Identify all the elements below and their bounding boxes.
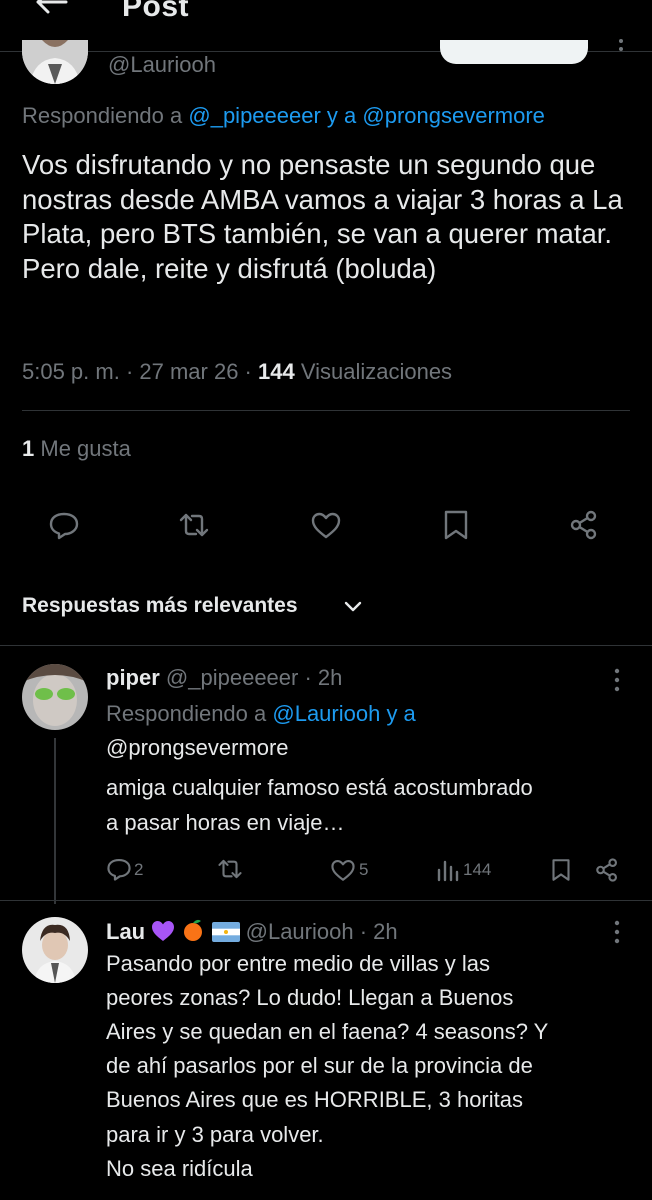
page-title: Post [122, 0, 190, 23]
tweet-meta: 5:05 p. m. · 27 mar 26 · 144 Visualizaci… [22, 359, 452, 385]
tangerine-emoji [184, 919, 203, 941]
like-icon[interactable] [330, 857, 356, 883]
reply-author-handle[interactable]: @Lauriooh [246, 919, 354, 944]
thread-line [54, 738, 56, 904]
replying-to-links[interactable]: @prongsevermore [106, 731, 289, 766]
views-label: Visualizaciones [294, 359, 453, 384]
chevron-down-icon[interactable] [344, 600, 362, 614]
reply-author-name[interactable]: piper [106, 665, 160, 690]
like-icon[interactable] [310, 509, 342, 541]
retweet-icon[interactable] [217, 856, 243, 882]
reply-text-line: para ir y 3 para volver. [106, 1122, 324, 1147]
reply-text-line: peores zonas? Lo dudo! Llegan a Buenos [106, 985, 514, 1010]
reply-icon[interactable] [106, 856, 132, 882]
author-handle[interactable]: @Lauriooh [108, 52, 216, 78]
replying-to-links[interactable]: @_pipeeeeer y a @prongsevermore [188, 103, 545, 128]
views-count: 144 [257, 359, 295, 384]
back-arrow-icon[interactable] [30, 0, 70, 24]
reply-text-line: Aires y se quedan en el faena? 4 seasons… [106, 1019, 549, 1044]
reply-avatar-piper[interactable] [22, 664, 88, 730]
bookmark-icon[interactable] [440, 509, 472, 541]
reply-replying-to: Respondiendo a @Lauriooh y a [106, 697, 416, 732]
views-count: 144 [463, 860, 492, 879]
reply-text-line: Buenos Aires que es HORRIBLE, 3 horitas [106, 1087, 523, 1112]
tweet-time[interactable]: 5:05 p. m. · 27 mar 26 · [22, 359, 258, 384]
divider [0, 645, 652, 646]
share-icon[interactable] [568, 509, 600, 541]
reply-count: 2 [134, 860, 144, 879]
reply-text-line: No sea ridícula [106, 1156, 253, 1181]
bookmark-icon[interactable] [549, 857, 573, 883]
more-icon[interactable] [614, 38, 628, 54]
heart-emoji [152, 921, 175, 941]
sort-replies-label[interactable]: Respuestas más relevantes [22, 594, 298, 618]
reply-header: Lau @Lauriooh · 2h [106, 918, 398, 945]
reply-author-name[interactable]: Lau [106, 919, 145, 944]
top-bar: Post [0, 0, 652, 64]
reply-text-line: Pasando por entre medio de villas y las [106, 951, 490, 976]
reply-time: · 2h [359, 919, 398, 944]
share-icon[interactable] [594, 857, 620, 883]
reply-avatar-lau[interactable] [22, 917, 88, 983]
reply-text-line: a pasar horas en viaje… [106, 810, 345, 835]
reply-header: piper @_pipeeeeer · 2h [106, 665, 342, 691]
reply-time: · 2h [304, 665, 343, 690]
follow-button[interactable] [440, 40, 588, 64]
likes-summary[interactable]: 1 Me gusta [22, 436, 131, 462]
reply-text-line: de ahí pasarlos por el sur de la provinc… [106, 1053, 533, 1078]
author-avatar[interactable] [22, 40, 88, 84]
replying-prefix: Respondiendo a [22, 103, 183, 128]
divider [0, 900, 652, 901]
likes-label: Me gusta [34, 436, 131, 461]
reply-icon[interactable] [48, 509, 80, 541]
views-icon[interactable] [436, 858, 460, 882]
tweet-text: Vos disfrutando y no pensaste un segundo… [22, 149, 623, 284]
reply-author-handle[interactable]: @_pipeeeeer [166, 665, 298, 690]
replying-to: Respondiendo a @_pipeeeeer y a @prongsev… [22, 103, 545, 129]
argentina-flag-emoji [211, 922, 240, 942]
divider [22, 410, 630, 411]
more-icon[interactable] [613, 668, 621, 692]
likes-count: 1 [22, 436, 35, 461]
reply-text-line: amiga cualquier famoso está acostumbrado [106, 775, 533, 800]
replying-to-links[interactable]: @Lauriooh y a [272, 701, 415, 726]
more-icon[interactable] [613, 920, 621, 944]
retweet-icon[interactable] [178, 509, 210, 541]
replying-prefix: Respondiendo a [106, 701, 267, 726]
like-count: 5 [359, 860, 369, 879]
